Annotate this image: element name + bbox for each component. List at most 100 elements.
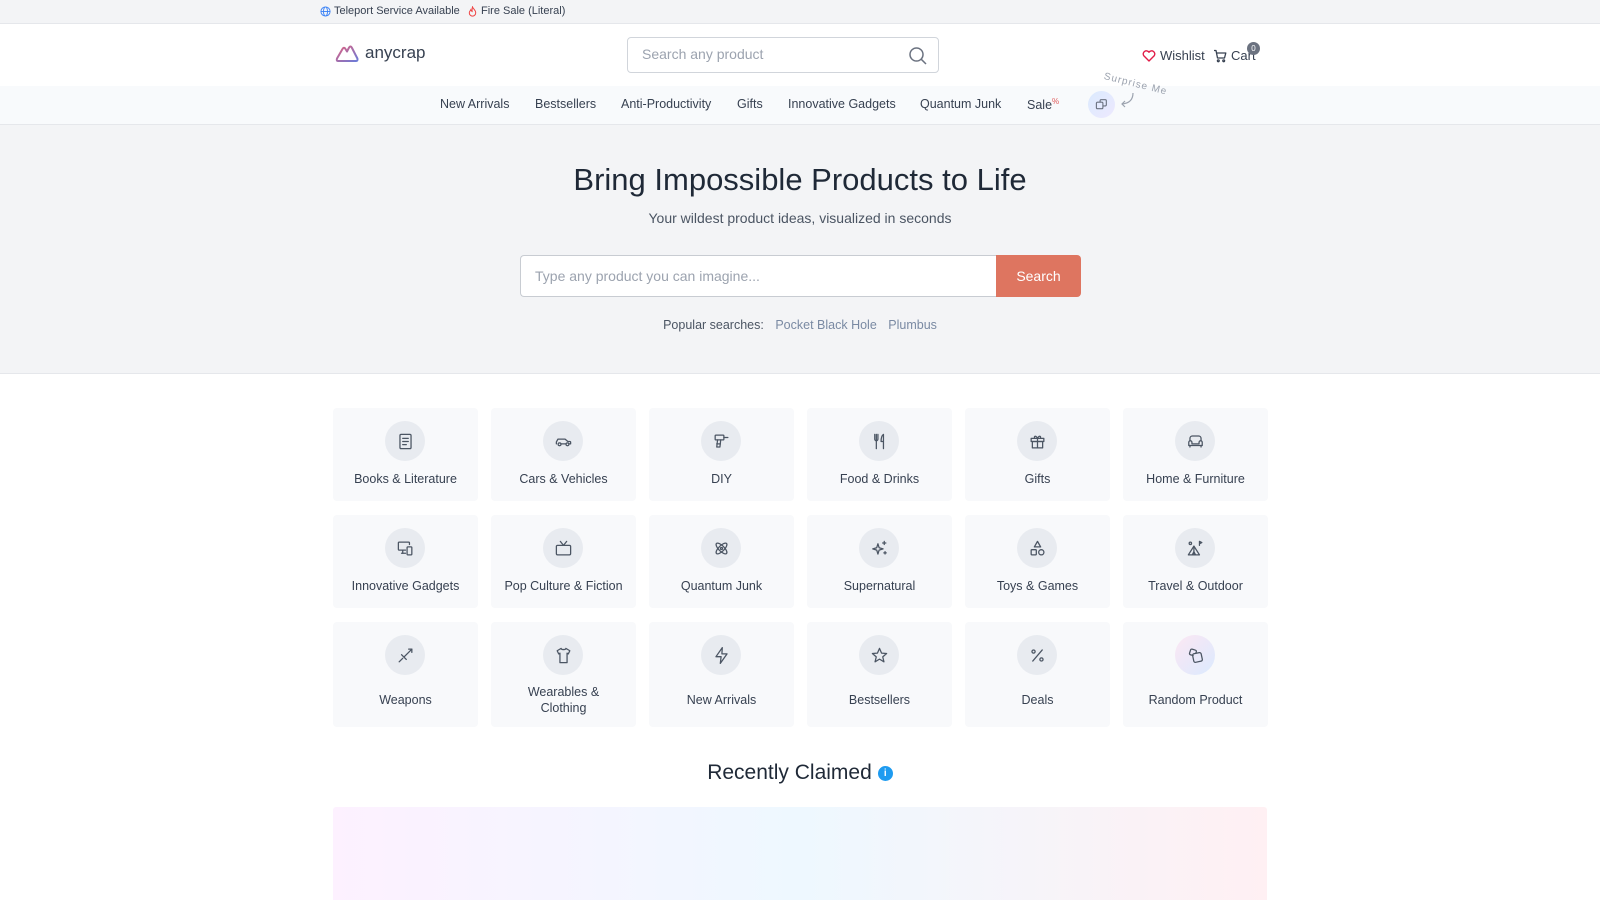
icon-circle <box>543 635 583 675</box>
recently-claimed-heading: Recently Claimed i <box>0 761 1600 785</box>
atom-icon <box>714 541 728 555</box>
nav-innovative-gadgets[interactable]: Innovative Gadgets <box>788 97 896 111</box>
hero-search-button[interactable]: Search <box>996 255 1081 297</box>
category-label: Deals <box>1021 693 1054 707</box>
category-label: New Arrivals <box>686 693 757 707</box>
category-label: DIY <box>711 472 732 486</box>
category-label: Innovative Gadgets <box>351 579 460 593</box>
shapes-icon <box>1030 540 1045 556</box>
category-label: Supernatural <box>843 579 916 593</box>
curved-arrow-icon <box>1121 92 1134 108</box>
category-card-new-arrivals[interactable]: New Arrivals <box>649 622 794 727</box>
category-card-deals[interactable]: Deals <box>965 622 1110 727</box>
category-label: Pop Culture & Fiction <box>504 579 623 593</box>
sofa-icon <box>1187 434 1203 448</box>
category-label: Weapons <box>379 693 432 707</box>
category-card-pop-culture[interactable]: Pop Culture & Fiction <box>491 515 636 608</box>
category-label: Home & Furniture <box>1146 472 1245 486</box>
popular-label: Popular searches: <box>663 318 764 332</box>
wishlist-link[interactable]: Wishlist <box>1142 48 1205 63</box>
popular-search-link[interactable]: Plumbus <box>888 318 937 332</box>
category-nav: New Arrivals Bestsellers Anti-Productivi… <box>0 71 1600 125</box>
icon-circle <box>543 421 583 461</box>
globe-icon <box>320 5 331 17</box>
hero-title: Bring Impossible Products to Life <box>573 162 1027 197</box>
nav-anti-productivity[interactable]: Anti-Productivity <box>621 97 711 111</box>
category-card-diy[interactable]: DIY <box>649 408 794 501</box>
icon-circle <box>701 421 741 461</box>
icon-circle <box>543 528 583 568</box>
icon-circle <box>859 528 899 568</box>
icon-circle <box>859 635 899 675</box>
category-label: Random Product <box>1148 693 1243 707</box>
teleport-text: Teleport Service Available <box>334 5 460 17</box>
nav-new-arrivals[interactable]: New Arrivals <box>440 97 509 111</box>
zap-icon <box>714 646 728 664</box>
icon-circle <box>1175 421 1215 461</box>
popular-search-link[interactable]: Pocket Black Hole <box>775 318 876 332</box>
hero-section: Bring Impossible Products to Life Your w… <box>0 125 1600 374</box>
logo-text: anycrap <box>365 43 426 62</box>
search-icon[interactable] <box>908 46 928 66</box>
category-label: Bestsellers <box>848 693 911 707</box>
star-icon <box>871 647 887 662</box>
gift-icon <box>1030 435 1044 448</box>
category-label: Toys & Games <box>996 579 1079 593</box>
category-card-books[interactable]: Books & Literature <box>333 408 478 501</box>
icon-circle <box>701 528 741 568</box>
firesale-text: Fire Sale (Literal) <box>481 5 566 17</box>
category-label: Books & Literature <box>354 472 457 486</box>
hero-search-input[interactable] <box>520 255 996 297</box>
category-card-quantum-junk[interactable]: Quantum Junk <box>649 515 794 608</box>
category-card-home[interactable]: Home & Furniture <box>1123 408 1268 501</box>
hero-subtitle: Your wildest product ideas, visualized i… <box>648 210 952 226</box>
teleport-notice: Teleport Service Available <box>320 5 460 17</box>
category-label: Food & Drinks <box>839 472 920 486</box>
recently-claimed-banner <box>333 807 1267 900</box>
wishlist-label: Wishlist <box>1160 48 1205 63</box>
icon-circle <box>385 528 425 568</box>
shirt-icon <box>556 647 570 663</box>
icon-circle <box>385 635 425 675</box>
nav-bestsellers[interactable]: Bestsellers <box>535 97 596 111</box>
category-card-food[interactable]: Food & Drinks <box>807 408 952 501</box>
site-header: anycrap Wishlist Cart <box>0 24 1600 86</box>
category-card-toys[interactable]: Toys & Games <box>965 515 1110 608</box>
cart-count-badge: 0 <box>1247 42 1260 55</box>
category-card-supernatural[interactable]: Supernatural <box>807 515 952 608</box>
announcement-bar: Teleport Service Available Fire Sale (Li… <box>0 0 1600 24</box>
category-card-random-product[interactable]: Random Product <box>1123 622 1268 727</box>
category-card-innovative-gadgets[interactable]: Innovative Gadgets <box>333 515 478 608</box>
book-icon <box>398 433 412 449</box>
category-card-bestsellers[interactable]: Bestsellers <box>807 622 952 727</box>
category-card-weapons[interactable]: Weapons <box>333 622 478 727</box>
icon-circle <box>859 421 899 461</box>
nav-quantum-junk[interactable]: Quantum Junk <box>920 97 1001 111</box>
category-card-wearables[interactable]: Wearables & Clothing <box>491 622 636 727</box>
nav-sale[interactable]: Sale% <box>1027 97 1059 112</box>
cart-icon <box>1214 49 1227 62</box>
header-search-input[interactable] <box>642 46 902 62</box>
icon-circle <box>1017 421 1057 461</box>
car-icon <box>555 437 571 446</box>
popular-searches: Popular searches: Pocket Black Hole Plum… <box>0 318 1600 332</box>
heart-icon <box>1142 49 1156 62</box>
sparkles-icon <box>871 540 887 555</box>
surprise-me-button[interactable] <box>1088 91 1115 118</box>
nav-gifts[interactable]: Gifts <box>737 97 763 111</box>
icon-circle <box>1017 528 1057 568</box>
category-label: Gifts <box>1024 472 1051 486</box>
category-card-cars[interactable]: Cars & Vehicles <box>491 408 636 501</box>
dice-icon <box>1188 647 1203 663</box>
tent-icon <box>1187 540 1202 555</box>
tv-icon <box>555 540 571 555</box>
info-icon[interactable]: i <box>877 765 893 781</box>
category-card-travel[interactable]: Travel & Outdoor <box>1123 515 1268 608</box>
header-search <box>627 37 939 73</box>
logo[interactable]: anycrap <box>335 42 425 64</box>
sword-icon <box>398 648 412 662</box>
category-label: Wearables & Clothing <box>527 685 600 715</box>
category-label: Quantum Junk <box>680 579 763 593</box>
category-card-gifts[interactable]: Gifts <box>965 408 1110 501</box>
firesale-notice: Fire Sale (Literal) <box>467 5 565 17</box>
